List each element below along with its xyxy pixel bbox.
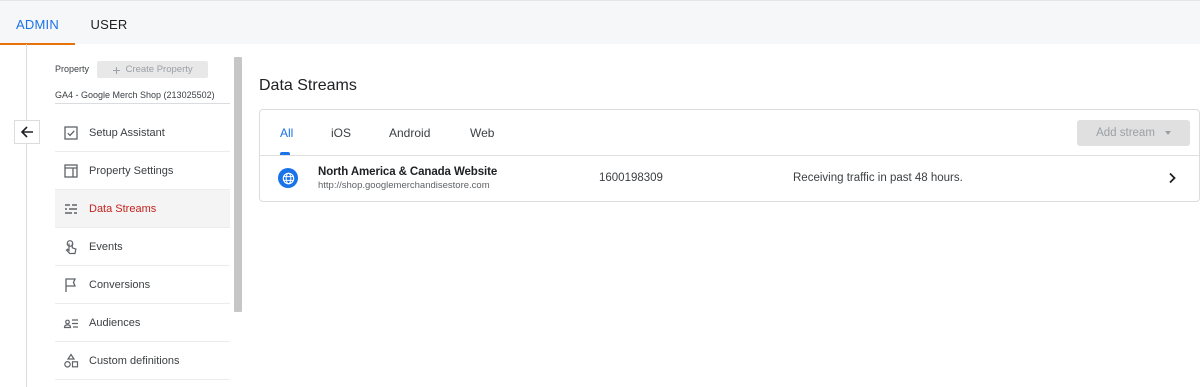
chevron-right-icon[interactable] bbox=[1165, 171, 1179, 185]
sidebar-item-audiences[interactable]: Audiences bbox=[55, 304, 230, 342]
caret-down-icon bbox=[1164, 131, 1171, 135]
stream-row[interactable]: North America & Canada Website http://sh… bbox=[260, 156, 1199, 201]
stream-name: North America & Canada Website bbox=[318, 166, 498, 178]
sidebar-item-label: Property Settings bbox=[89, 164, 174, 177]
tab-all[interactable]: All bbox=[280, 126, 293, 140]
sidebar-item-label: Events bbox=[89, 240, 123, 253]
sidebar-item-label: Setup Assistant bbox=[89, 126, 165, 139]
tab-user[interactable]: USER bbox=[75, 1, 143, 45]
arrow-left-icon bbox=[20, 126, 33, 138]
create-property-label: Create Property bbox=[125, 64, 193, 75]
audience-icon bbox=[62, 314, 80, 332]
add-stream-button[interactable]: Add stream bbox=[1077, 120, 1190, 146]
page-title: Data Streams bbox=[259, 77, 357, 94]
sidebar-item-data-streams[interactable]: Data Streams bbox=[55, 190, 230, 228]
admin-sidebar: Property + Create Property GA4 - Google … bbox=[55, 44, 230, 387]
stream-status: Receiving traffic in past 48 hours. bbox=[793, 172, 963, 184]
globe-icon bbox=[278, 168, 298, 188]
data-streams-card: All iOS Android Web Add stream North Ame… bbox=[259, 109, 1200, 202]
rail-divider bbox=[26, 44, 27, 387]
property-label: Property bbox=[55, 64, 90, 74]
sidebar-item-custom-definitions[interactable]: Custom definitions bbox=[55, 342, 230, 380]
touch-icon bbox=[62, 238, 80, 256]
tab-admin[interactable]: ADMIN bbox=[0, 1, 75, 45]
divider bbox=[55, 103, 230, 104]
checkbox-icon bbox=[62, 124, 80, 142]
sidebar-menu: Setup Assistant Property Settings Data S… bbox=[55, 114, 230, 380]
sidebar-scrollbar[interactable] bbox=[234, 57, 242, 312]
back-button[interactable] bbox=[14, 120, 40, 144]
flag-icon bbox=[62, 276, 80, 294]
sidebar-item-property-settings[interactable]: Property Settings bbox=[55, 152, 230, 190]
plus-icon: + bbox=[112, 61, 121, 78]
sidebar-item-conversions[interactable]: Conversions bbox=[55, 266, 230, 304]
add-stream-label: Add stream bbox=[1096, 127, 1155, 139]
sidebar-item-label: Audiences bbox=[89, 316, 141, 329]
top-tab-bar: ADMIN USER bbox=[0, 0, 1200, 45]
shapes-icon bbox=[62, 352, 80, 370]
stream-url: http://shop.googlemerchandisestore.com bbox=[318, 180, 490, 191]
sidebar-item-label: Conversions bbox=[89, 278, 151, 291]
data-streams-icon bbox=[62, 200, 80, 218]
layout-icon bbox=[62, 162, 80, 180]
tab-web[interactable]: Web bbox=[470, 126, 494, 140]
sidebar-item-label: Data Streams bbox=[89, 202, 157, 215]
stream-id: 1600198309 bbox=[599, 172, 663, 184]
tab-ios[interactable]: iOS bbox=[331, 126, 351, 140]
create-property-button[interactable]: + Create Property bbox=[97, 61, 208, 78]
sidebar-item-label: Custom definitions bbox=[89, 354, 180, 367]
sidebar-item-setup-assistant[interactable]: Setup Assistant bbox=[55, 114, 230, 152]
property-selector[interactable]: GA4 - Google Merch Shop (213025502) bbox=[55, 90, 215, 100]
tab-android[interactable]: Android bbox=[389, 126, 430, 140]
sidebar-item-events[interactable]: Events bbox=[55, 228, 230, 266]
